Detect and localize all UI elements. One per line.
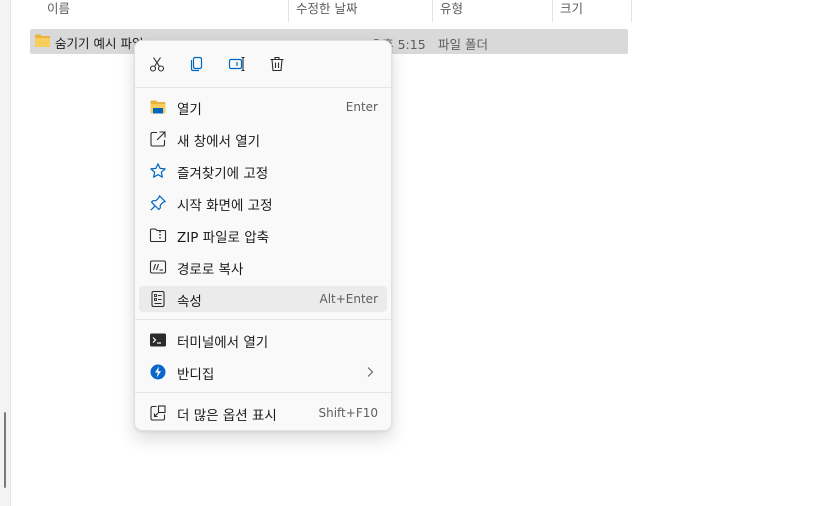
external-window-icon: [149, 130, 167, 148]
menu-item-label: 속성: [177, 294, 202, 310]
navigation-pane-scrollbar[interactable]: [0, 0, 11, 506]
menu-item-label: 새 창에서 열기: [177, 134, 261, 150]
star-icon: [149, 162, 167, 180]
file-type: 파일 폴더: [438, 37, 488, 52]
menu-item-label: ZIP 파일로 압축: [177, 230, 270, 246]
menu-item-shortcut: Shift+F10: [318, 406, 378, 420]
menu-item-label: 경로로 복사: [177, 262, 244, 278]
properties-icon: [149, 290, 167, 308]
folder-icon: [34, 33, 51, 48]
zip-icon: [149, 226, 167, 244]
menu-item-copy-path[interactable]: 경로로 복사: [139, 254, 387, 280]
menu-item-label: 반디집: [177, 367, 215, 383]
column-name[interactable]: 이름: [40, 0, 288, 22]
more-options-icon: [149, 404, 167, 422]
menu-divider: [135, 319, 391, 320]
menu-item-zip[interactable]: ZIP 파일로 압축: [139, 222, 387, 248]
menu-item-bandizip[interactable]: 반디집: [139, 359, 387, 385]
file-explorer: 이름 수정한 날짜 유형 크기 숨기기 예시 파일 2022-09-13 오후 …: [0, 0, 817, 506]
file-name[interactable]: 숨기기 예시 파일: [55, 33, 143, 52]
menu-item-shortcut: Alt+Enter: [319, 292, 378, 306]
column-size[interactable]: 크기: [552, 0, 632, 22]
copy-button[interactable]: [183, 51, 211, 77]
terminal-icon: [149, 331, 167, 349]
trash-icon: [270, 56, 284, 72]
menu-item-shortcut: Enter: [345, 100, 378, 114]
menu-item-open-terminal[interactable]: 터미널에서 열기: [139, 327, 387, 353]
menu-item-pin-start[interactable]: 시작 화면에 고정: [139, 190, 387, 216]
menu-divider: [135, 87, 391, 88]
context-menu: 열기 Enter 새 창에서 열기 즐겨찾기에 고정 시작 화면에 고정 ZIP…: [134, 40, 392, 431]
scissors-icon: [149, 57, 165, 72]
menu-item-label: 터미널에서 열기: [177, 335, 269, 351]
cut-button[interactable]: [143, 51, 171, 77]
path-icon: [149, 258, 167, 276]
menu-item-label: 즐겨찾기에 고정: [177, 166, 269, 182]
delete-button[interactable]: [263, 51, 291, 77]
menu-item-open[interactable]: 열기 Enter: [139, 94, 387, 120]
menu-item-open-new-window[interactable]: 새 창에서 열기: [139, 126, 387, 152]
column-modified[interactable]: 수정한 날짜: [288, 0, 432, 22]
quick-actions-bar: [135, 41, 391, 87]
rename-button[interactable]: [223, 51, 251, 77]
copy-icon: [190, 56, 203, 72]
menu-item-label: 열기: [177, 102, 202, 118]
menu-item-label: 더 많은 옵션 표시: [177, 408, 277, 424]
pin-icon: [149, 194, 167, 212]
menu-item-label: 시작 화면에 고정: [177, 198, 273, 214]
folder-open-icon: [149, 98, 167, 116]
menu-item-more-options[interactable]: 더 많은 옵션 표시 Shift+F10: [139, 400, 387, 426]
menu-item-pin-favorites[interactable]: 즐겨찾기에 고정: [139, 158, 387, 184]
rename-icon: [228, 56, 245, 72]
bandizip-icon: [149, 363, 167, 381]
column-type[interactable]: 유형: [432, 0, 552, 22]
menu-divider: [135, 392, 391, 393]
column-header: 이름 수정한 날짜 유형 크기: [10, 0, 632, 22]
column-divider: [631, 0, 632, 22]
scrollbar-thumb[interactable]: [4, 412, 6, 488]
chevron-right-icon: [363, 364, 377, 380]
menu-item-properties[interactable]: 속성 Alt+Enter: [139, 286, 387, 312]
